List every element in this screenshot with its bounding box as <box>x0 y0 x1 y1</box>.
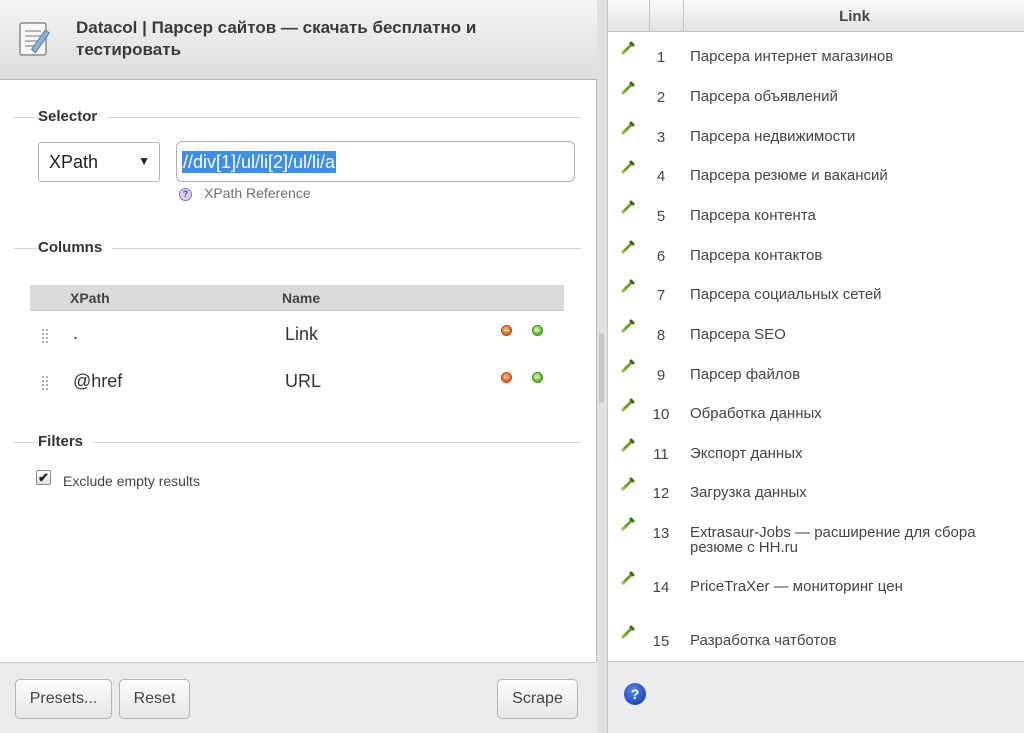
selector-type-value: XPath <box>49 152 99 172</box>
results-footer: ? <box>608 661 1024 733</box>
presets-button[interactable]: Presets... <box>15 679 112 719</box>
exclude-empty-checkbox[interactable]: ✔ <box>36 470 51 485</box>
column-xpath-value[interactable]: @href <box>73 371 122 392</box>
filters-divider <box>14 442 581 443</box>
results-table-header: Link <box>608 0 1024 32</box>
row-number: 4 <box>656 168 666 185</box>
splitter-grip[interactable] <box>599 333 604 403</box>
result-link-text[interactable]: Парсера резюме и вакансий <box>690 168 1010 183</box>
filters-section-label: Filters <box>38 433 94 450</box>
row-number: 11 <box>653 446 669 463</box>
pencil-icon[interactable] <box>620 278 636 294</box>
columns-table-header: XPath Name <box>30 285 564 311</box>
panel-splitter[interactable] <box>597 0 607 733</box>
selector-section-label: Selector <box>38 108 108 125</box>
pencil-icon[interactable] <box>620 318 636 334</box>
result-link-text[interactable]: Парсер файлов <box>690 367 1010 382</box>
result-link-text[interactable]: Парсера SEO <box>690 327 1010 342</box>
pencil-icon[interactable] <box>620 624 636 640</box>
notepad-pencil-icon <box>19 22 51 56</box>
exclude-empty-label: Exclude empty results <box>63 473 200 489</box>
pencil-icon[interactable] <box>620 199 636 215</box>
column-name-value[interactable]: URL <box>285 371 321 392</box>
row-number: 13 <box>652 525 670 542</box>
header-separator <box>649 0 650 32</box>
drag-handle-icon[interactable] <box>41 375 49 391</box>
panel-footer: Presets... Reset Scrape <box>0 662 597 733</box>
result-link-text[interactable]: Парсера недвижимости <box>690 129 1010 144</box>
pencil-icon[interactable] <box>620 120 636 136</box>
help-icon[interactable]: ? <box>624 683 646 705</box>
result-link-text[interactable]: Парсера интернет магазинов <box>690 49 1010 64</box>
reset-button[interactable]: Reset <box>119 679 190 719</box>
row-number: 9 <box>656 367 666 384</box>
column-header-name: Name <box>282 290 321 306</box>
pencil-icon[interactable] <box>620 397 636 413</box>
row-number: 15 <box>652 633 670 650</box>
column-header-xpath: XPath <box>70 290 110 306</box>
pencil-icon[interactable] <box>620 40 636 56</box>
scraper-panel: Datacol | Парсер сайтов — скачать беспла… <box>0 0 597 733</box>
result-link-text[interactable]: Парсера контента <box>690 208 1010 223</box>
result-link-text[interactable]: Экспорт данных <box>690 446 1010 461</box>
pencil-icon[interactable] <box>620 476 636 492</box>
columns-section-label: Columns <box>38 239 113 256</box>
panel-header: Datacol | Парсер сайтов — скачать беспла… <box>0 0 597 80</box>
remove-column-button[interactable] <box>501 325 512 336</box>
result-link-text[interactable]: PriceTraXer — мониторинг цен <box>690 579 1010 594</box>
row-number: 7 <box>656 287 666 304</box>
row-number: 14 <box>652 579 670 596</box>
xpath-reference-link[interactable]: XPath Reference <box>204 185 311 201</box>
row-number: 6 <box>656 248 666 265</box>
result-link-text[interactable]: Парсера социальных сетей <box>690 287 1010 302</box>
row-number: 1 <box>656 49 666 66</box>
row-number: 5 <box>656 208 666 225</box>
results-panel: Link 1 Парсера интернет магазинов 2 Парсера… <box>607 0 1024 733</box>
result-link-text[interactable]: Обработка данных <box>690 406 1010 421</box>
pencil-icon[interactable] <box>620 358 636 374</box>
remove-column-button[interactable] <box>501 372 512 383</box>
results-column-header-link[interactable]: Link <box>684 8 1024 25</box>
result-link-text[interactable]: Парсера контактов <box>690 248 1010 263</box>
pencil-icon[interactable] <box>620 437 636 453</box>
scrape-button[interactable]: Scrape <box>497 679 578 719</box>
column-name-value[interactable]: Link <box>285 324 318 345</box>
row-number: 10 <box>652 406 670 423</box>
result-link-text[interactable]: Разработка чатботов <box>690 633 1010 648</box>
results-list: 1 Парсера интернет магазинов 2 Парсера объя… <box>608 33 1024 660</box>
column-xpath-value[interactable]: . <box>73 323 78 344</box>
selector-type-dropdown[interactable]: XPath ▼ <box>38 142 160 182</box>
question-icon: ? <box>179 188 192 201</box>
pencil-icon[interactable] <box>620 80 636 96</box>
chevron-down-icon: ▼ <box>138 154 150 168</box>
add-column-button[interactable] <box>532 372 543 383</box>
add-column-button[interactable] <box>532 325 543 336</box>
pencil-icon[interactable] <box>620 516 636 532</box>
result-link-text[interactable]: Парсера объявлений <box>690 89 1010 104</box>
row-number: 3 <box>656 129 666 146</box>
window-title: Datacol | Парсер сайтов — скачать беспла… <box>76 18 477 59</box>
row-number: 2 <box>656 89 666 106</box>
pencil-icon[interactable] <box>620 239 636 255</box>
drag-handle-icon[interactable] <box>41 328 49 344</box>
row-number: 12 <box>652 485 670 502</box>
result-link-text[interactable]: Extrasaur-Jobs — расширение для сбора ре… <box>690 525 1010 555</box>
row-number: 8 <box>656 327 666 344</box>
pencil-icon[interactable] <box>620 159 636 175</box>
result-link-text[interactable]: Загрузка данных <box>690 485 1010 500</box>
xpath-input-value: //div[1]/ul/li[2]/ul/li/a <box>182 151 337 173</box>
xpath-input[interactable]: //div[1]/ul/li[2]/ul/li/a <box>176 141 575 182</box>
pencil-icon[interactable] <box>620 570 636 586</box>
